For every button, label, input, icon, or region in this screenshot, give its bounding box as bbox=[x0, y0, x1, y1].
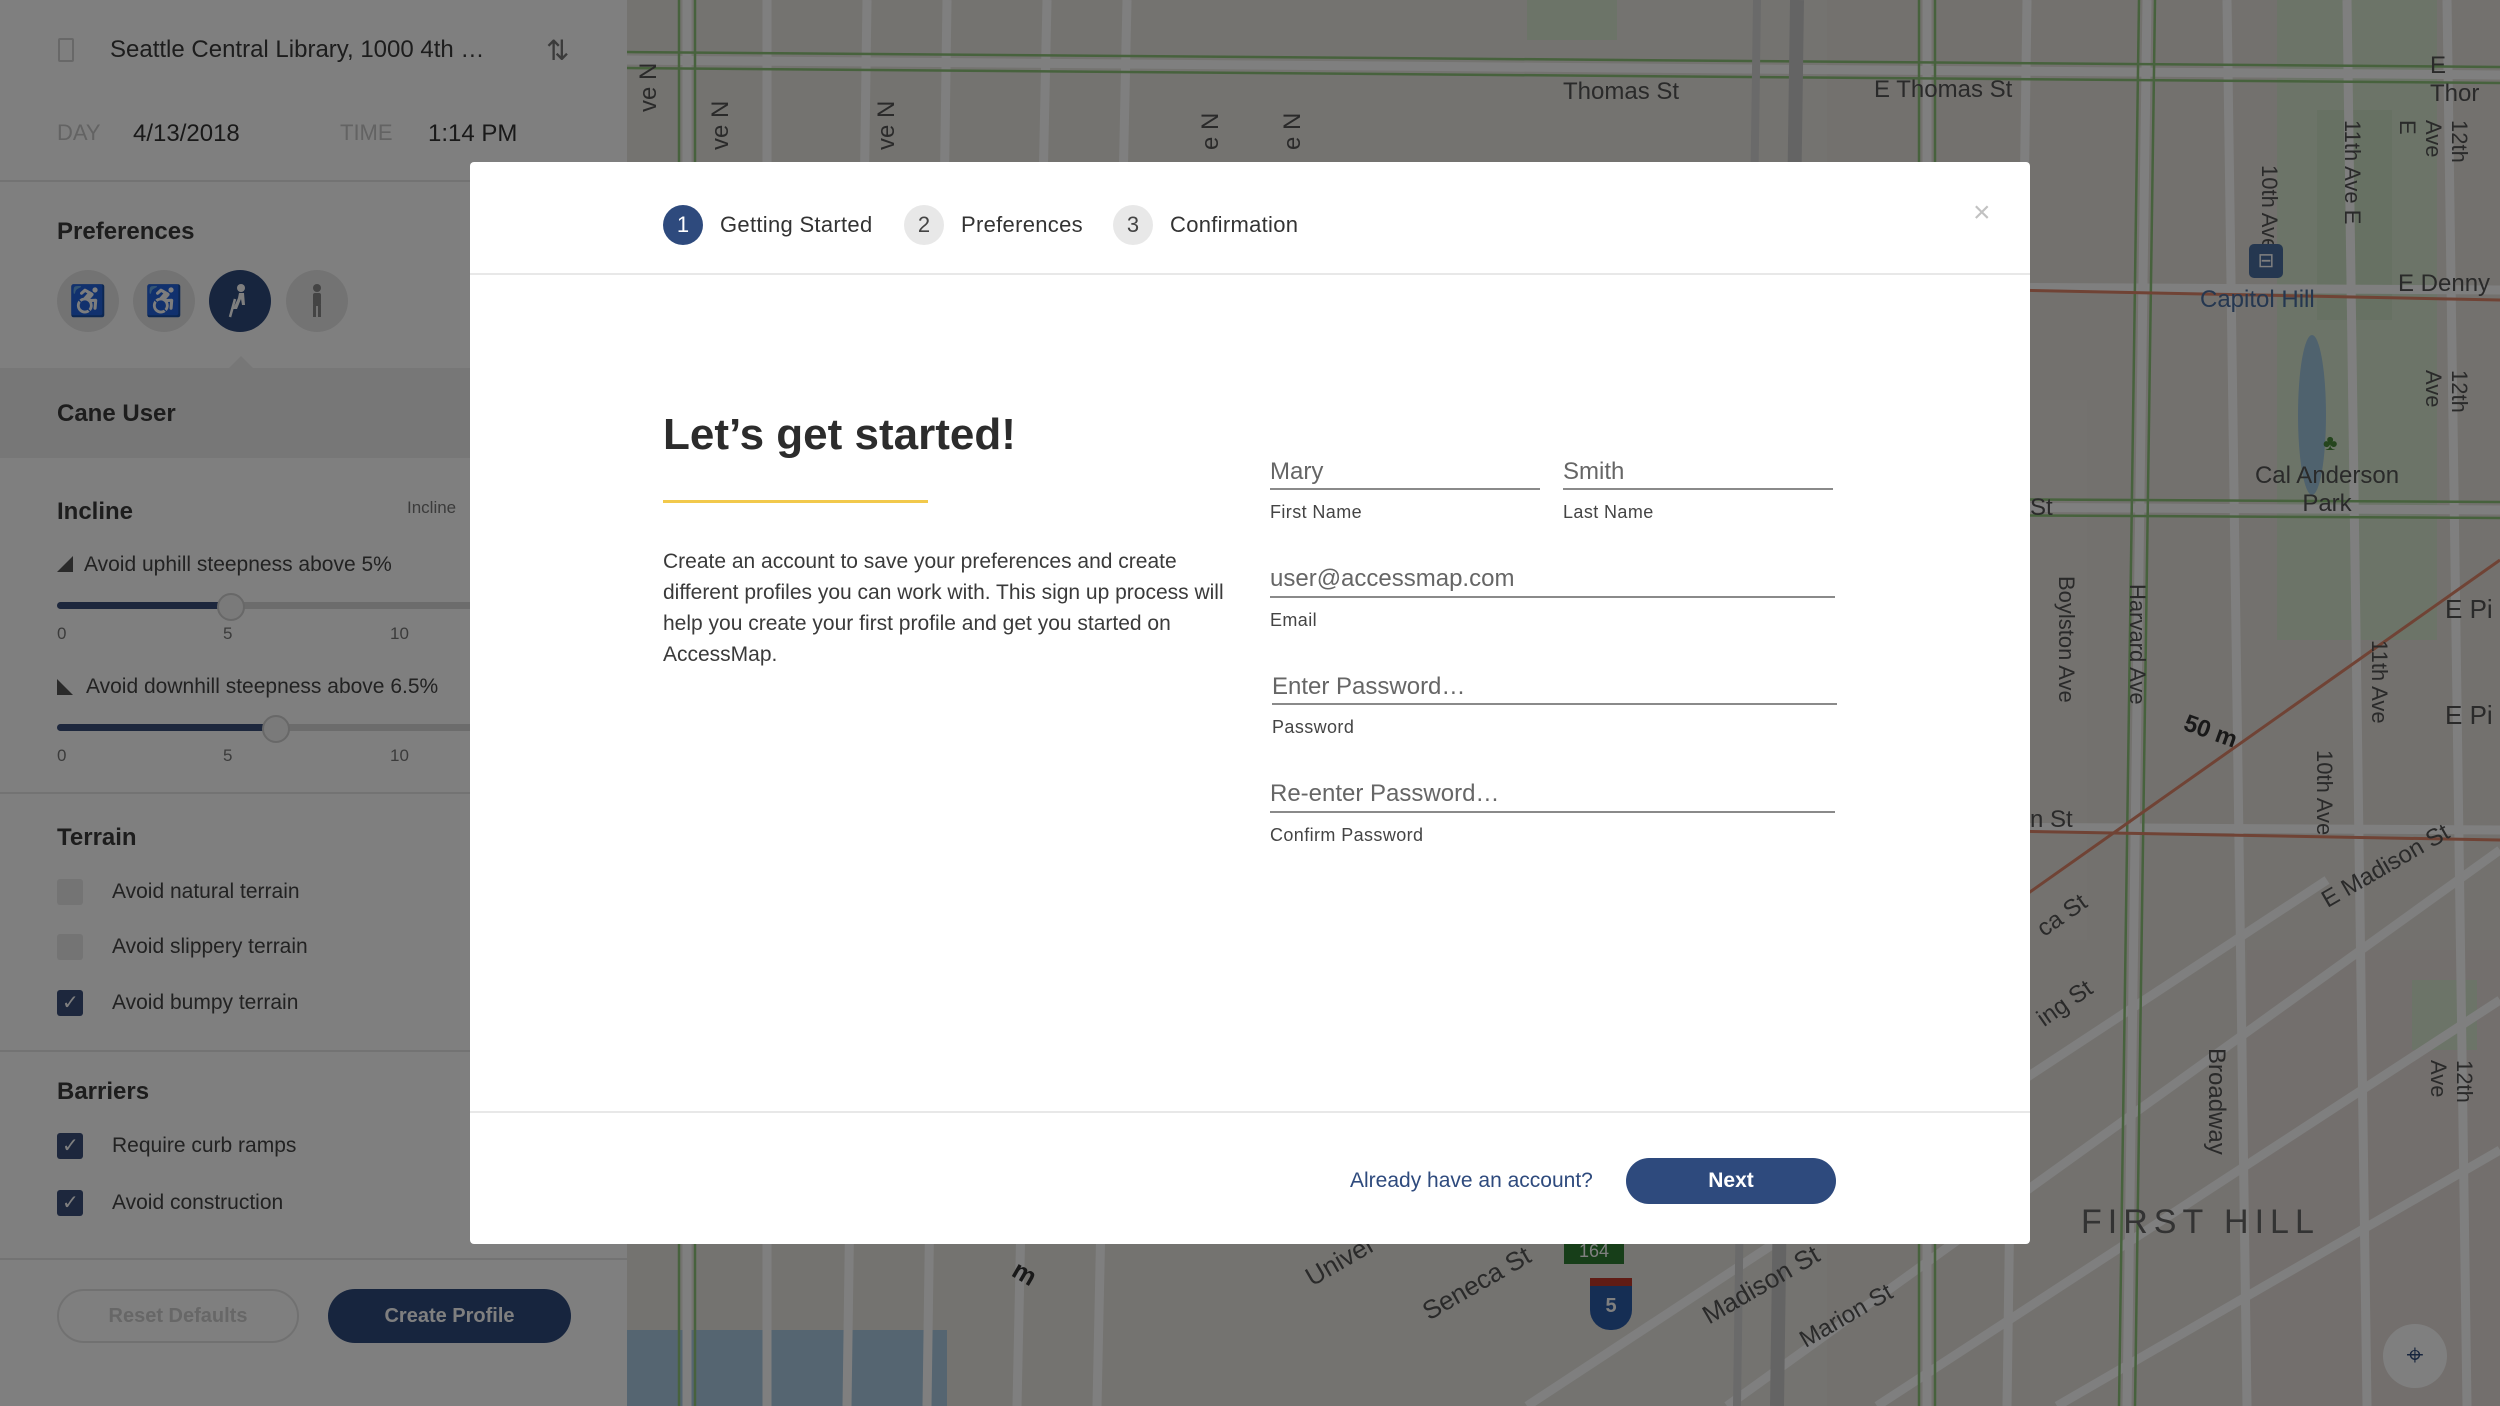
heading-underline bbox=[663, 500, 928, 503]
confirm-password-label: Confirm Password bbox=[1270, 825, 1424, 845]
confirm-password-underline bbox=[1270, 811, 1835, 813]
email-underline bbox=[1270, 596, 1835, 598]
step-confirmation: 3 Confirmation bbox=[1113, 205, 1298, 245]
step-label: Getting Started bbox=[720, 212, 873, 237]
email-field[interactable]: user@accessmap.com bbox=[1270, 565, 1514, 593]
step-number: 3 bbox=[1113, 205, 1153, 245]
first-name-field[interactable]: Mary bbox=[1270, 458, 1323, 486]
last-name-label: Last Name bbox=[1563, 502, 1654, 522]
step-label: Confirmation bbox=[1170, 212, 1299, 237]
step-number: 2 bbox=[904, 205, 944, 245]
last-name-field[interactable]: Smith bbox=[1563, 458, 1624, 486]
next-button[interactable]: Next bbox=[1626, 1158, 1836, 1204]
password-label: Password bbox=[1272, 717, 1355, 737]
login-link[interactable]: Already have an account? bbox=[1350, 1169, 1593, 1193]
signup-modal: 1 Getting Started 2 Preferences 3 Confir… bbox=[470, 162, 2030, 1244]
email-label: Email bbox=[1270, 610, 1318, 630]
step-preferences: 2 Preferences bbox=[904, 205, 1083, 245]
header-divider bbox=[470, 273, 2030, 275]
footer-divider bbox=[470, 1111, 2030, 1113]
first-name-underline bbox=[1270, 488, 1540, 490]
step-number: 1 bbox=[663, 205, 703, 245]
first-name-label: First Name bbox=[1270, 502, 1363, 522]
last-name-underline bbox=[1563, 488, 1833, 490]
confirm-password-field[interactable]: Re-enter Password… bbox=[1270, 780, 1499, 808]
intro-text: Create an account to save your preferenc… bbox=[663, 550, 1224, 666]
password-field[interactable]: Enter Password… bbox=[1272, 673, 1465, 701]
step-getting-started: 1 Getting Started bbox=[663, 205, 872, 245]
step-label: Preferences bbox=[961, 212, 1083, 237]
password-underline bbox=[1272, 703, 1837, 705]
modal-heading: Let’s get started! bbox=[663, 410, 1016, 459]
close-icon[interactable]: × bbox=[1973, 196, 1991, 230]
